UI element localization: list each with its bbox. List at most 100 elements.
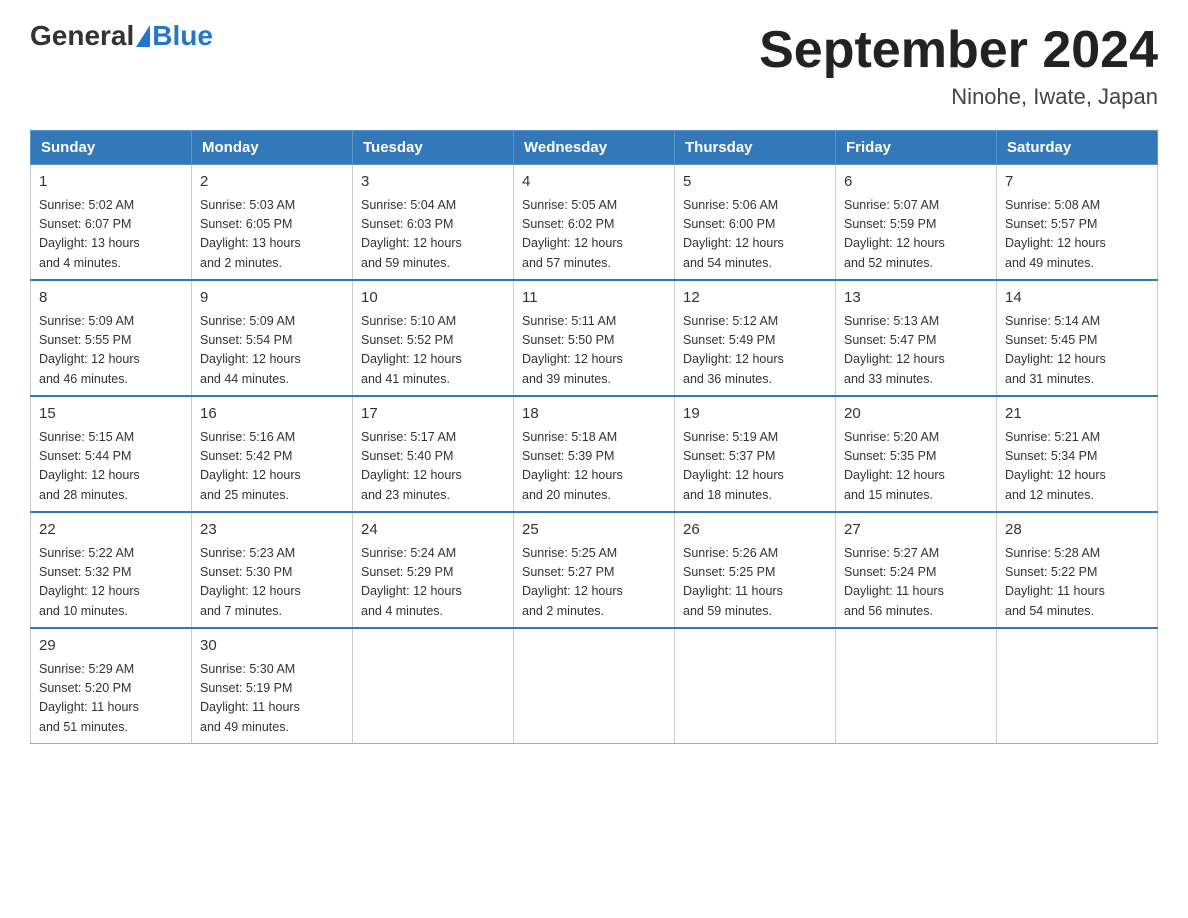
calendar-day-cell: 15Sunrise: 5:15 AMSunset: 5:44 PMDayligh… xyxy=(31,396,192,512)
day-number: 1 xyxy=(39,171,183,194)
calendar-week-row: 15Sunrise: 5:15 AMSunset: 5:44 PMDayligh… xyxy=(31,396,1158,512)
day-info: Sunrise: 5:18 AMSunset: 5:39 PMDaylight:… xyxy=(522,428,666,506)
day-number: 3 xyxy=(361,171,505,194)
logo-general-text: General xyxy=(30,20,134,52)
day-number: 11 xyxy=(522,287,666,310)
calendar-day-cell: 12Sunrise: 5:12 AMSunset: 5:49 PMDayligh… xyxy=(675,280,836,396)
day-number: 24 xyxy=(361,519,505,542)
day-number: 16 xyxy=(200,403,344,426)
day-info: Sunrise: 5:29 AMSunset: 5:20 PMDaylight:… xyxy=(39,660,183,738)
logo: General Blue xyxy=(30,20,213,52)
day-info: Sunrise: 5:12 AMSunset: 5:49 PMDaylight:… xyxy=(683,312,827,390)
day-info: Sunrise: 5:05 AMSunset: 6:02 PMDaylight:… xyxy=(522,196,666,274)
day-number: 23 xyxy=(200,519,344,542)
day-info: Sunrise: 5:15 AMSunset: 5:44 PMDaylight:… xyxy=(39,428,183,506)
calendar-day-cell: 3Sunrise: 5:04 AMSunset: 6:03 PMDaylight… xyxy=(353,165,514,281)
day-number: 12 xyxy=(683,287,827,310)
day-info: Sunrise: 5:28 AMSunset: 5:22 PMDaylight:… xyxy=(1005,544,1149,622)
calendar-day-cell: 23Sunrise: 5:23 AMSunset: 5:30 PMDayligh… xyxy=(192,512,353,628)
day-info: Sunrise: 5:27 AMSunset: 5:24 PMDaylight:… xyxy=(844,544,988,622)
day-info: Sunrise: 5:22 AMSunset: 5:32 PMDaylight:… xyxy=(39,544,183,622)
calendar-day-cell: 30Sunrise: 5:30 AMSunset: 5:19 PMDayligh… xyxy=(192,628,353,744)
day-info: Sunrise: 5:30 AMSunset: 5:19 PMDaylight:… xyxy=(200,660,344,738)
calendar-day-cell: 24Sunrise: 5:24 AMSunset: 5:29 PMDayligh… xyxy=(353,512,514,628)
calendar-week-row: 29Sunrise: 5:29 AMSunset: 5:20 PMDayligh… xyxy=(31,628,1158,744)
calendar-day-cell: 11Sunrise: 5:11 AMSunset: 5:50 PMDayligh… xyxy=(514,280,675,396)
calendar-day-cell: 22Sunrise: 5:22 AMSunset: 5:32 PMDayligh… xyxy=(31,512,192,628)
day-info: Sunrise: 5:23 AMSunset: 5:30 PMDaylight:… xyxy=(200,544,344,622)
calendar-day-cell: 16Sunrise: 5:16 AMSunset: 5:42 PMDayligh… xyxy=(192,396,353,512)
calendar-day-cell: 7Sunrise: 5:08 AMSunset: 5:57 PMDaylight… xyxy=(997,165,1158,281)
day-info: Sunrise: 5:24 AMSunset: 5:29 PMDaylight:… xyxy=(361,544,505,622)
day-number: 13 xyxy=(844,287,988,310)
day-info: Sunrise: 5:26 AMSunset: 5:25 PMDaylight:… xyxy=(683,544,827,622)
day-number: 22 xyxy=(39,519,183,542)
calendar-day-cell: 1Sunrise: 5:02 AMSunset: 6:07 PMDaylight… xyxy=(31,165,192,281)
day-info: Sunrise: 5:09 AMSunset: 5:55 PMDaylight:… xyxy=(39,312,183,390)
day-number: 8 xyxy=(39,287,183,310)
calendar-day-cell xyxy=(514,628,675,744)
day-number: 2 xyxy=(200,171,344,194)
weekday-header: Saturday xyxy=(997,131,1158,165)
day-info: Sunrise: 5:17 AMSunset: 5:40 PMDaylight:… xyxy=(361,428,505,506)
day-info: Sunrise: 5:25 AMSunset: 5:27 PMDaylight:… xyxy=(522,544,666,622)
calendar-day-cell: 27Sunrise: 5:27 AMSunset: 5:24 PMDayligh… xyxy=(836,512,997,628)
day-number: 25 xyxy=(522,519,666,542)
weekday-header: Monday xyxy=(192,131,353,165)
day-number: 30 xyxy=(200,635,344,658)
calendar-day-cell: 14Sunrise: 5:14 AMSunset: 5:45 PMDayligh… xyxy=(997,280,1158,396)
day-number: 21 xyxy=(1005,403,1149,426)
day-number: 18 xyxy=(522,403,666,426)
day-info: Sunrise: 5:04 AMSunset: 6:03 PMDaylight:… xyxy=(361,196,505,274)
calendar-day-cell: 6Sunrise: 5:07 AMSunset: 5:59 PMDaylight… xyxy=(836,165,997,281)
calendar-week-row: 1Sunrise: 5:02 AMSunset: 6:07 PMDaylight… xyxy=(31,165,1158,281)
calendar-day-cell: 13Sunrise: 5:13 AMSunset: 5:47 PMDayligh… xyxy=(836,280,997,396)
day-number: 7 xyxy=(1005,171,1149,194)
day-info: Sunrise: 5:20 AMSunset: 5:35 PMDaylight:… xyxy=(844,428,988,506)
day-number: 28 xyxy=(1005,519,1149,542)
calendar-title: September 2024 xyxy=(759,20,1158,80)
calendar-day-cell: 2Sunrise: 5:03 AMSunset: 6:05 PMDaylight… xyxy=(192,165,353,281)
day-number: 29 xyxy=(39,635,183,658)
logo-triangle-icon xyxy=(136,25,150,47)
logo-blue-text: Blue xyxy=(152,20,213,52)
day-info: Sunrise: 5:08 AMSunset: 5:57 PMDaylight:… xyxy=(1005,196,1149,274)
calendar-day-cell xyxy=(675,628,836,744)
calendar-day-cell: 29Sunrise: 5:29 AMSunset: 5:20 PMDayligh… xyxy=(31,628,192,744)
weekday-header: Sunday xyxy=(31,131,192,165)
day-number: 26 xyxy=(683,519,827,542)
calendar-week-row: 8Sunrise: 5:09 AMSunset: 5:55 PMDaylight… xyxy=(31,280,1158,396)
calendar-day-cell xyxy=(836,628,997,744)
calendar-day-cell: 26Sunrise: 5:26 AMSunset: 5:25 PMDayligh… xyxy=(675,512,836,628)
day-info: Sunrise: 5:11 AMSunset: 5:50 PMDaylight:… xyxy=(522,312,666,390)
day-number: 4 xyxy=(522,171,666,194)
day-number: 17 xyxy=(361,403,505,426)
weekday-header: Friday xyxy=(836,131,997,165)
calendar-title-area: September 2024 Ninohe, Iwate, Japan xyxy=(759,20,1158,110)
day-info: Sunrise: 5:07 AMSunset: 5:59 PMDaylight:… xyxy=(844,196,988,274)
calendar-day-cell: 8Sunrise: 5:09 AMSunset: 5:55 PMDaylight… xyxy=(31,280,192,396)
day-info: Sunrise: 5:19 AMSunset: 5:37 PMDaylight:… xyxy=(683,428,827,506)
calendar-day-cell: 25Sunrise: 5:25 AMSunset: 5:27 PMDayligh… xyxy=(514,512,675,628)
day-info: Sunrise: 5:10 AMSunset: 5:52 PMDaylight:… xyxy=(361,312,505,390)
day-number: 20 xyxy=(844,403,988,426)
day-number: 10 xyxy=(361,287,505,310)
calendar-day-cell: 21Sunrise: 5:21 AMSunset: 5:34 PMDayligh… xyxy=(997,396,1158,512)
day-info: Sunrise: 5:21 AMSunset: 5:34 PMDaylight:… xyxy=(1005,428,1149,506)
day-info: Sunrise: 5:03 AMSunset: 6:05 PMDaylight:… xyxy=(200,196,344,274)
calendar-day-cell: 18Sunrise: 5:18 AMSunset: 5:39 PMDayligh… xyxy=(514,396,675,512)
day-number: 14 xyxy=(1005,287,1149,310)
day-number: 19 xyxy=(683,403,827,426)
day-number: 15 xyxy=(39,403,183,426)
calendar-day-cell: 19Sunrise: 5:19 AMSunset: 5:37 PMDayligh… xyxy=(675,396,836,512)
calendar-day-cell xyxy=(353,628,514,744)
day-info: Sunrise: 5:14 AMSunset: 5:45 PMDaylight:… xyxy=(1005,312,1149,390)
day-number: 5 xyxy=(683,171,827,194)
calendar-day-cell: 10Sunrise: 5:10 AMSunset: 5:52 PMDayligh… xyxy=(353,280,514,396)
day-info: Sunrise: 5:13 AMSunset: 5:47 PMDaylight:… xyxy=(844,312,988,390)
day-info: Sunrise: 5:06 AMSunset: 6:00 PMDaylight:… xyxy=(683,196,827,274)
day-info: Sunrise: 5:16 AMSunset: 5:42 PMDaylight:… xyxy=(200,428,344,506)
day-info: Sunrise: 5:02 AMSunset: 6:07 PMDaylight:… xyxy=(39,196,183,274)
day-info: Sunrise: 5:09 AMSunset: 5:54 PMDaylight:… xyxy=(200,312,344,390)
weekday-header: Thursday xyxy=(675,131,836,165)
